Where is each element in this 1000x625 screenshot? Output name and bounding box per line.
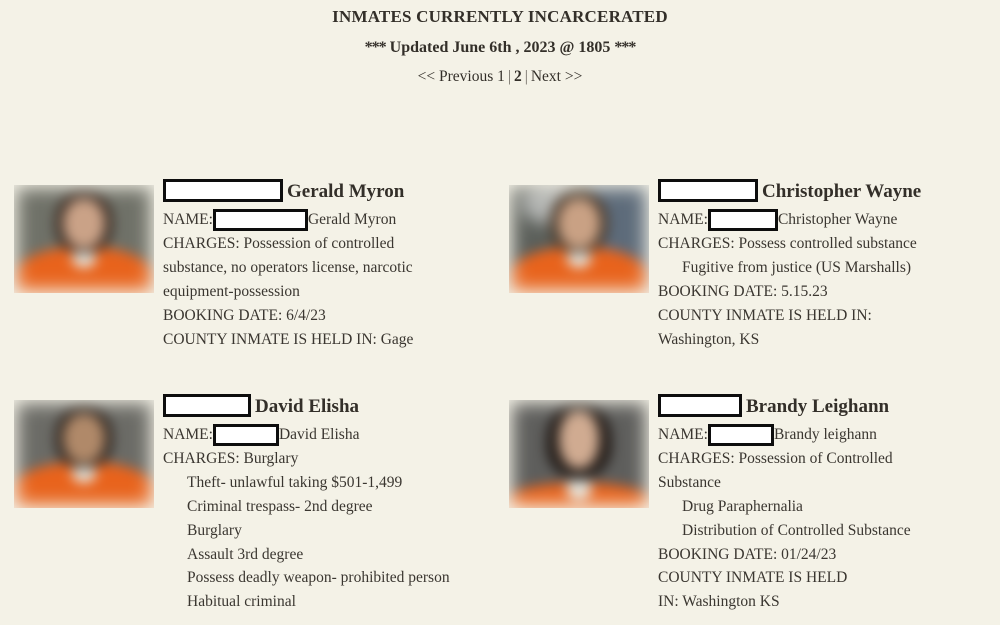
last-updated-line: *** Updated June 6th , 2023 @ 1805 *** [0, 39, 1000, 57]
redaction-box-heading [163, 394, 251, 418]
inmate-additional-charge: Theft- unlawful taking $501-1,499 [187, 474, 403, 492]
inmate-charges-line-1: CHARGES: Burglary [163, 450, 299, 468]
redaction-box-name [707, 423, 774, 446]
name-label: NAME: [658, 211, 708, 229]
page-title: INMATES CURRENTLY INCARCERATED [332, 7, 668, 26]
inmate-heading-name-text: Brandy Leighann [746, 396, 890, 418]
name-label: NAME: [163, 211, 213, 229]
name-label: NAME: [163, 426, 213, 444]
inmate-mugshot [14, 400, 154, 509]
inmate-mugshot [14, 185, 154, 294]
inmate-additional-charge: Habitual criminal [187, 593, 296, 611]
inmate-name-heading: Brandy Leighann [658, 394, 988, 419]
inmate-heading-name-text: David Elisha [255, 396, 360, 418]
inmate-booking-date-line: BOOKING DATE: 5.15.23 [658, 282, 828, 300]
last-updated-text: Updated June 6th , 2023 @ 1805 [389, 38, 611, 56]
inmate-charges-line-3: equipment-possession [163, 282, 300, 300]
redaction-box-heading [658, 394, 742, 418]
inmate-name-line: NAME: Gerald Myron [163, 208, 493, 232]
inmate-charges-line-1: CHARGES: Possession of controlled [163, 235, 395, 253]
previous-page-link[interactable]: << Previous 1 [418, 68, 505, 85]
stars-left: *** [364, 38, 387, 56]
pager-separator-1: | [507, 68, 511, 86]
inmate-entry: Gerald Myron NAME: Gerald Myron CHARGES: … [14, 179, 494, 351]
inmate-charges-line-2: substance, no operators license, narcoti… [163, 259, 413, 277]
inmate-entry: Christopher Wayne NAME: Christopher Wayne… [509, 179, 989, 351]
inmate-charges-line-1: CHARGES: Possess controlled substance [658, 235, 917, 253]
inmate-name-value: Christopher Wayne [777, 211, 898, 229]
stars-right: *** [614, 38, 636, 56]
redaction-box-name [212, 423, 279, 446]
pager-separator-2: | [524, 68, 528, 86]
name-label: NAME: [658, 426, 708, 444]
inmate-county-line-wrap: IN: Washington KS [658, 593, 780, 611]
next-page-link[interactable]: Next >> [531, 68, 583, 85]
inmate-additional-charge: Burglary [187, 521, 242, 539]
inmate-name-value: David Elisha [278, 426, 360, 444]
inmate-mugshot [509, 400, 649, 509]
inmate-name-line: NAME: Christopher Wayne [658, 208, 988, 232]
inmate-booking-date-line: BOOKING DATE: 6/4/23 [163, 306, 326, 324]
inmate-name-heading: Gerald Myron [163, 179, 493, 204]
inmate-name-line: NAME: Brandy leighann [658, 423, 988, 447]
inmate-name-heading: David Elisha [163, 394, 493, 419]
page-2-link[interactable]: 2 [514, 68, 522, 85]
inmate-additional-charge: Drug Paraphernalia [682, 497, 803, 515]
inmate-entry: David Elisha NAME: David Elisha CHARGES: … [14, 394, 494, 614]
inmate-county-line: COUNTY INMATE IS HELD IN: Gage [163, 330, 414, 348]
redaction-box-name [212, 208, 308, 231]
inmate-additional-charge: Possess deadly weapon- prohibited person [187, 569, 450, 587]
inmate-additional-charge: Distribution of Controlled Substance [682, 521, 911, 539]
inmate-additional-charge: Assault 3rd degree [187, 545, 304, 563]
inmate-county-line-wrap: Washington, KS [658, 330, 760, 348]
inmate-heading-name-text: Gerald Myron [287, 181, 405, 203]
inmate-charges-line-1: CHARGES: Possession of Controlled [658, 450, 893, 468]
inmate-name-value: Gerald Myron [307, 211, 397, 229]
inmate-name-heading: Christopher Wayne [658, 179, 988, 204]
inmate-heading-name-text: Christopher Wayne [762, 181, 922, 203]
inmate-charges-line-2: Substance [658, 474, 721, 492]
inmate-booking-date-line: BOOKING DATE: 01/24/23 [658, 545, 837, 563]
redaction-box-heading [658, 179, 758, 203]
inmate-mugshot [509, 185, 649, 294]
inmate-name-value: Brandy leighann [773, 426, 877, 444]
inmate-county-line: COUNTY INMATE IS HELD IN: [658, 306, 872, 324]
redaction-box-name [707, 208, 778, 231]
pagination: << Previous 1 | 2 | Next >> [0, 68, 1000, 85]
page-header: INMATES CURRENTLY INCARCERATED *** Updat… [0, 0, 1000, 85]
inmate-county-line: COUNTY INMATE IS HELD [658, 569, 848, 587]
inmate-entry: Brandy Leighann NAME: Brandy leighann CHA… [509, 394, 989, 614]
inmate-additional-charge: Fugitive from justice (US Marshalls) [682, 259, 912, 277]
inmate-additional-charge: Criminal trespass- 2nd degree [187, 497, 373, 515]
inmate-name-line: NAME: David Elisha [163, 423, 493, 447]
redaction-box-heading [163, 179, 283, 203]
